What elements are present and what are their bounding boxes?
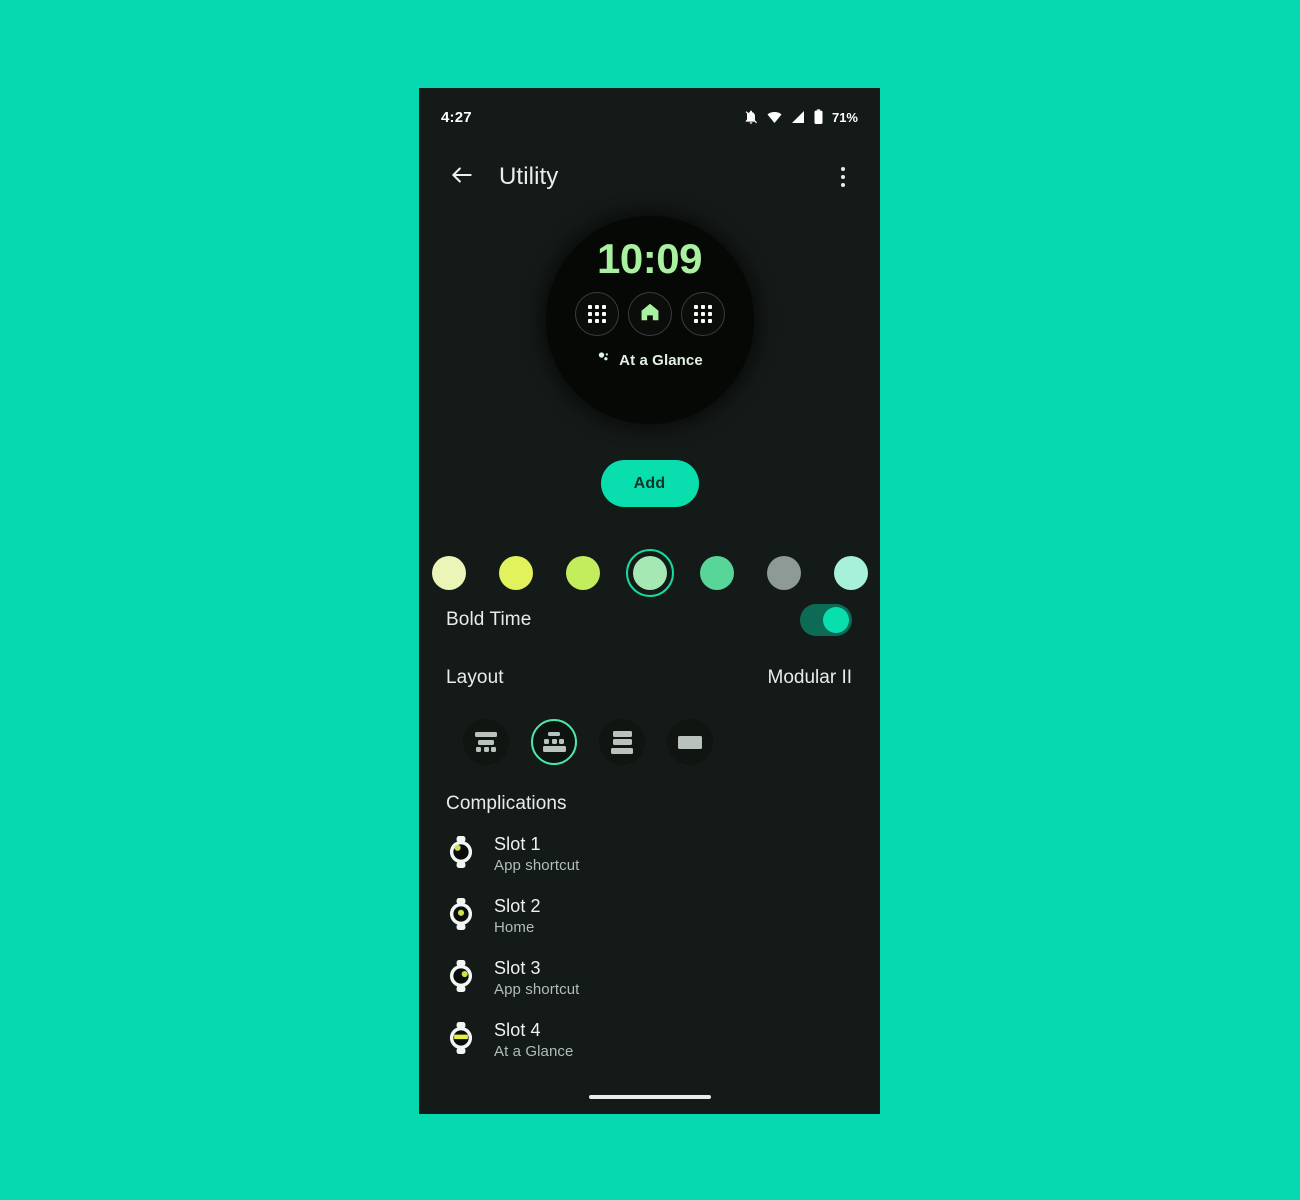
layout-option-modular-ii[interactable] bbox=[531, 719, 577, 765]
layout-row[interactable]: Layout Modular II bbox=[419, 649, 880, 707]
watch-face-circle: 10:09 At a Glance bbox=[545, 216, 754, 424]
complication-slot-row[interactable]: Slot 4 At a Glance bbox=[419, 1009, 880, 1071]
back-button[interactable] bbox=[445, 160, 479, 194]
watch-face-at-a-glance[interactable]: At a Glance bbox=[596, 350, 703, 370]
grid-icon bbox=[693, 305, 712, 323]
watch-face-complication-right[interactable] bbox=[680, 292, 725, 336]
phone-screen: 4:27 71% Utility 10:09 At a Glance Add B… bbox=[419, 88, 880, 1114]
watch-face-time: 10:09 bbox=[597, 235, 702, 282]
color-swatch-fill bbox=[565, 556, 600, 590]
app-bar: Utility bbox=[419, 146, 880, 208]
color-swatch-bright-yellow-green[interactable] bbox=[494, 551, 538, 595]
layout-modular-ii-icon bbox=[542, 732, 566, 752]
complication-slot-text: Slot 4 At a Glance bbox=[494, 1020, 573, 1060]
status-bar-clock: 4:27 bbox=[441, 108, 472, 126]
more-options-button[interactable] bbox=[828, 160, 858, 194]
battery-percent-label: 71% bbox=[831, 109, 858, 125]
watch-face-complication-row bbox=[574, 292, 725, 336]
complication-slot-row[interactable]: Slot 2 Home bbox=[419, 885, 880, 947]
status-bar-icons: 71% bbox=[743, 109, 858, 125]
color-swatch-lime[interactable] bbox=[561, 551, 605, 595]
complication-slot-subtitle: Home bbox=[494, 919, 535, 936]
home-icon bbox=[639, 301, 661, 328]
color-swatch-gray[interactable] bbox=[762, 551, 806, 595]
color-swatch-fill bbox=[431, 556, 466, 590]
back-arrow-icon bbox=[449, 162, 475, 193]
complication-slot-title: Slot 1 bbox=[494, 834, 541, 854]
complication-slot-title: Slot 4 bbox=[494, 1020, 541, 1040]
color-swatch-fill bbox=[498, 556, 533, 590]
complication-slot-text: Slot 3 App shortcut bbox=[494, 958, 579, 998]
bold-time-row[interactable]: Bold Time bbox=[419, 591, 880, 649]
watch-slot-bar-icon bbox=[446, 1021, 476, 1059]
complication-slot-subtitle: At a Glance bbox=[494, 1043, 574, 1060]
color-swatch-pale-lime[interactable] bbox=[427, 551, 471, 595]
add-button-row: Add bbox=[419, 432, 880, 507]
complication-slot-text: Slot 1 App shortcut bbox=[494, 834, 579, 874]
battery-icon bbox=[813, 109, 824, 125]
overflow-dot bbox=[841, 167, 845, 171]
layout-modular-i-icon bbox=[475, 732, 497, 752]
toggle-knob bbox=[823, 607, 849, 633]
watch-slot-center-icon bbox=[446, 897, 476, 935]
signal-icon bbox=[790, 109, 806, 125]
color-swatch-fill bbox=[766, 556, 801, 590]
layout-value: Modular II bbox=[767, 667, 852, 688]
layout-single-icon bbox=[678, 735, 702, 749]
complication-slot-row[interactable]: Slot 3 App shortcut bbox=[419, 947, 880, 1009]
complications-title: Complications bbox=[446, 793, 567, 814]
complications-list: Slot 1 App shortcut Slot 2 Home Slot 3 App sh… bbox=[419, 823, 880, 1071]
complication-slot-subtitle: App shortcut bbox=[494, 857, 580, 874]
bold-time-label: Bold Time bbox=[446, 609, 532, 630]
layout-label: Layout bbox=[446, 667, 504, 688]
bold-time-toggle[interactable] bbox=[800, 604, 852, 636]
color-swatch-row bbox=[419, 549, 880, 597]
color-swatch-selected-ring bbox=[625, 549, 674, 597]
color-swatch-fill bbox=[699, 556, 734, 590]
color-swatch-mint-green[interactable] bbox=[625, 549, 674, 597]
watch-face-preview[interactable]: 10:09 At a Glance bbox=[419, 208, 880, 432]
at-a-glance-icon bbox=[596, 350, 612, 370]
layout-stacked-icon bbox=[611, 730, 633, 754]
watch-slot-top-left-icon bbox=[446, 835, 476, 873]
watch-slot-right-icon bbox=[446, 959, 476, 997]
color-swatch-fill bbox=[833, 556, 868, 590]
complication-slot-text: Slot 2 Home bbox=[494, 896, 541, 936]
color-swatch-emerald[interactable] bbox=[695, 551, 739, 595]
layout-option-modular-i[interactable] bbox=[463, 719, 509, 765]
complication-slot-title: Slot 2 bbox=[494, 896, 541, 916]
at-a-glance-label: At a Glance bbox=[619, 351, 703, 369]
color-swatch-pale-aqua[interactable] bbox=[829, 551, 873, 595]
layout-option-single[interactable] bbox=[667, 719, 713, 765]
overflow-dot bbox=[841, 183, 845, 187]
complication-slot-title: Slot 3 bbox=[494, 958, 541, 978]
add-button[interactable]: Add bbox=[600, 460, 699, 507]
complication-slot-row[interactable]: Slot 1 App shortcut bbox=[419, 823, 880, 885]
overflow-dot bbox=[841, 175, 845, 179]
page-title: Utility bbox=[499, 163, 559, 190]
wifi-icon bbox=[766, 109, 783, 125]
navigation-bar bbox=[419, 1080, 880, 1114]
watch-face-complication-left[interactable] bbox=[574, 292, 619, 336]
status-bar: 4:27 71% bbox=[419, 88, 880, 146]
layout-options bbox=[419, 707, 880, 771]
watch-face-complication-center[interactable] bbox=[627, 292, 672, 336]
layout-option-stacked[interactable] bbox=[599, 719, 645, 765]
home-indicator[interactable] bbox=[588, 1095, 711, 1099]
notifications-off-icon bbox=[743, 109, 759, 125]
complication-slot-subtitle: App shortcut bbox=[494, 981, 580, 998]
grid-icon bbox=[587, 305, 606, 323]
